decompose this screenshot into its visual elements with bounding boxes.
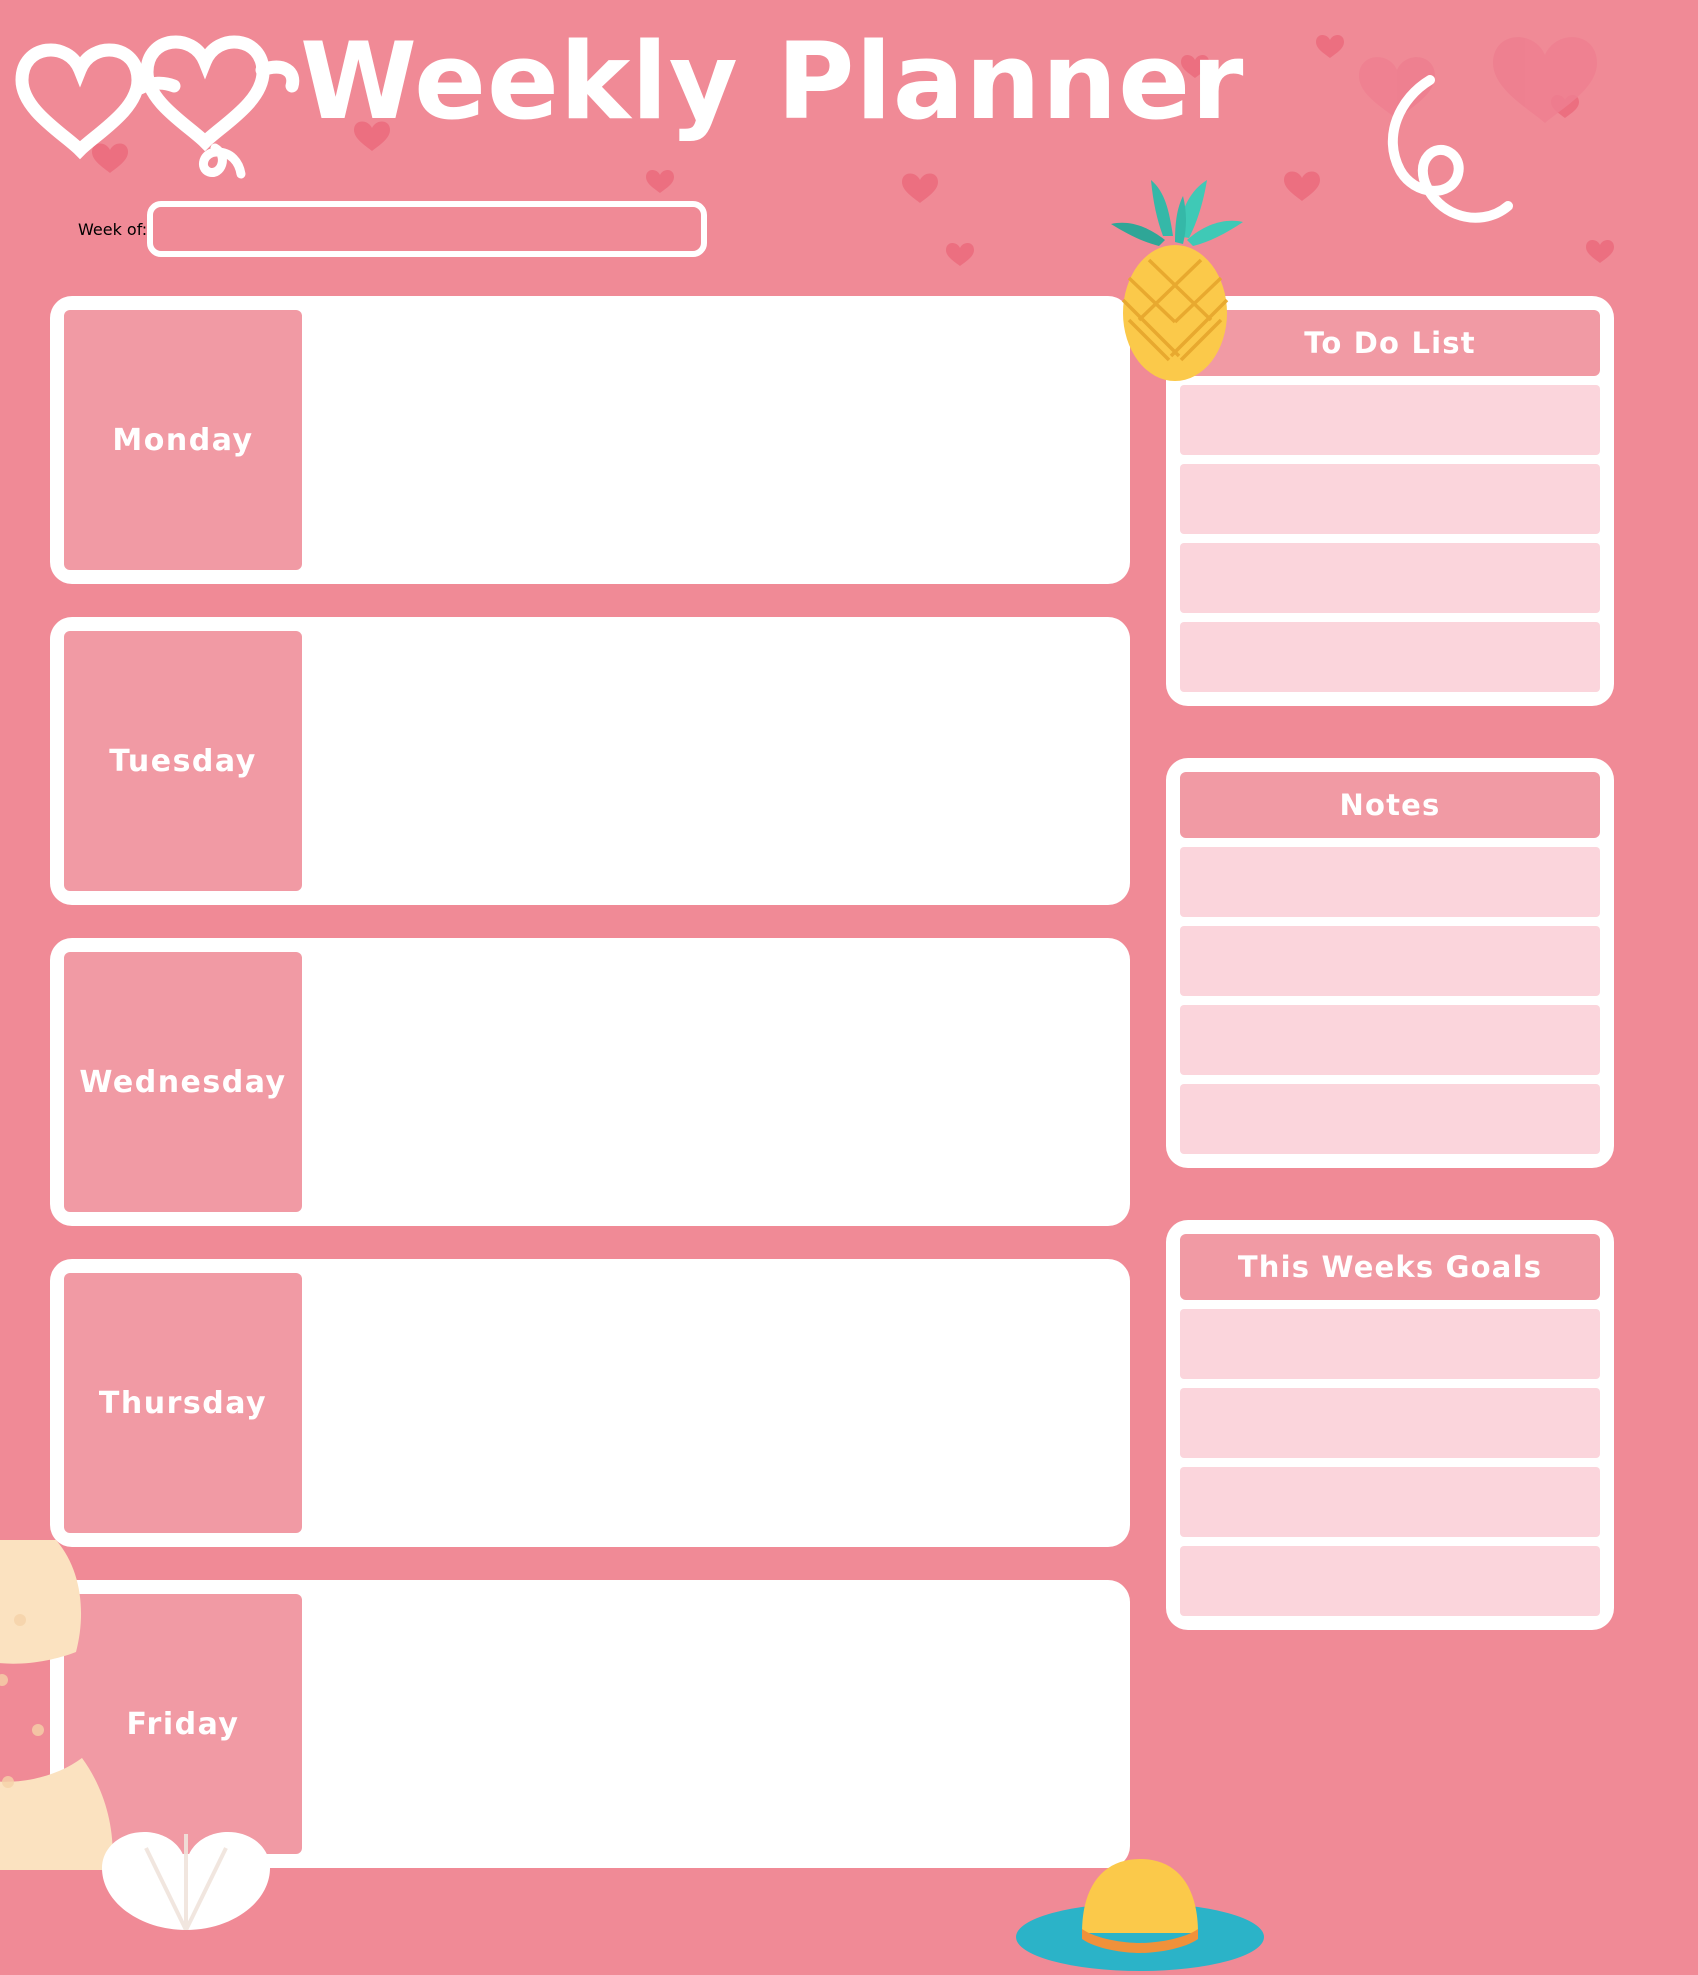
panel-row[interactable]	[1180, 385, 1600, 455]
day-rows-column: Monday Tuesday Wednesday Thursday Friday	[50, 296, 1130, 1901]
side-panels-column: To Do List Notes This Weeks Goals	[1166, 296, 1614, 1682]
panel-row[interactable]	[1180, 1309, 1600, 1379]
day-label: Monday	[64, 310, 302, 570]
day-write-area[interactable]	[302, 631, 1116, 891]
day-label: Tuesday	[64, 631, 302, 891]
panel-title: To Do List	[1180, 310, 1600, 376]
panel-row-list	[1180, 1309, 1600, 1616]
panel-this-weeks-goals: This Weeks Goals	[1166, 1220, 1614, 1630]
panel-title: Notes	[1180, 772, 1600, 838]
panel-row[interactable]	[1180, 847, 1600, 917]
week-of-input[interactable]	[147, 201, 708, 257]
panel-row[interactable]	[1180, 1388, 1600, 1458]
day-label: Friday	[64, 1594, 302, 1854]
day-write-area[interactable]	[302, 1594, 1116, 1854]
heart-icon	[946, 242, 974, 266]
week-of-label: Week of:	[78, 219, 148, 239]
panel-row[interactable]	[1180, 926, 1600, 996]
panel-row[interactable]	[1180, 464, 1600, 534]
day-row-friday[interactable]: Friday	[50, 1580, 1130, 1868]
week-of-row: Week of:	[78, 200, 708, 258]
panel-notes: Notes	[1166, 758, 1614, 1168]
panel-title: This Weeks Goals	[1180, 1234, 1600, 1300]
heart-icon	[1586, 239, 1614, 263]
day-write-area[interactable]	[302, 952, 1116, 1212]
day-write-area[interactable]	[302, 310, 1116, 570]
panel-row[interactable]	[1180, 1546, 1600, 1616]
panel-row[interactable]	[1180, 543, 1600, 613]
page-title: Weekly Planner	[300, 20, 1245, 143]
day-label: Wednesday	[64, 952, 302, 1212]
panel-row[interactable]	[1180, 622, 1600, 692]
day-row-wednesday[interactable]: Wednesday	[50, 938, 1130, 1226]
hat-band	[1082, 1929, 1198, 1953]
panel-row[interactable]	[1180, 1005, 1600, 1075]
panel-row[interactable]	[1180, 1084, 1600, 1154]
day-row-tuesday[interactable]: Tuesday	[50, 617, 1130, 905]
day-write-area[interactable]	[302, 1273, 1116, 1533]
panel-row-list	[1180, 385, 1600, 692]
panel-to-do-list: To Do List	[1166, 296, 1614, 706]
day-label: Thursday	[64, 1273, 302, 1533]
panel-row[interactable]	[1180, 1467, 1600, 1537]
panel-row-list	[1180, 847, 1600, 1154]
page-header: Weekly Planner Week of:	[0, 0, 1698, 257]
planner-body: Monday Tuesday Wednesday Thursday Friday…	[0, 296, 1698, 1920]
day-row-thursday[interactable]: Thursday	[50, 1259, 1130, 1547]
day-row-monday[interactable]: Monday	[50, 296, 1130, 584]
